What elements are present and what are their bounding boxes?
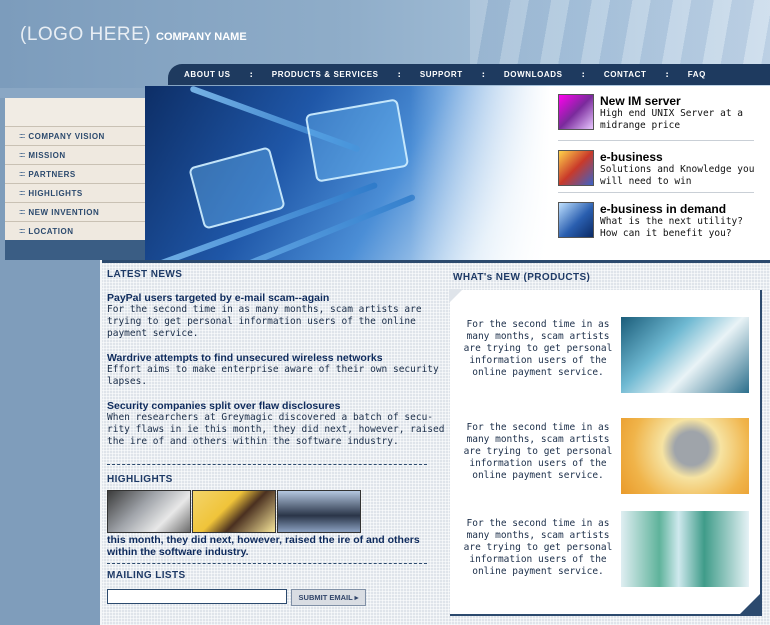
highlights-heading: HIGHLIGHTS	[107, 474, 173, 485]
banner-fade	[410, 86, 550, 260]
bullet-icon: ::::	[19, 151, 25, 159]
company-name: COMPANY NAME	[156, 31, 247, 43]
network-icon	[558, 202, 594, 238]
main-nav: ABOUT US : PRODUCTS & SERVICES : SUPPORT…	[168, 64, 770, 85]
product-image-phone[interactable]	[621, 418, 749, 494]
thumbnail-man-on-phone[interactable]	[107, 490, 191, 533]
nav-faq[interactable]: FAQ	[688, 70, 706, 79]
sidebar-item-location[interactable]: :::: LOCATION	[5, 221, 145, 240]
sidebar-item-label: MISSION	[28, 150, 66, 160]
hero-banner-image	[145, 86, 550, 260]
dashed-divider	[107, 563, 427, 564]
promo-text: High end UNIX Server at a midrange price	[600, 108, 743, 131]
news-body: For the second time in as many months, s…	[107, 304, 422, 339]
dashed-divider	[107, 464, 427, 465]
thumbnail-woman[interactable]	[192, 490, 276, 533]
submit-email-button[interactable]: SUBMIT EMAIL ▸	[291, 589, 366, 606]
products-heading: WHAT's NEW (PRODUCTS)	[453, 272, 591, 283]
promo-item[interactable]: New IM server High end UNIX Server at a …	[558, 94, 758, 141]
divider	[558, 140, 754, 141]
product-image-printer[interactable]	[621, 317, 749, 393]
news-headline[interactable]: PayPal users targeted by e-mail scam--ag…	[107, 292, 447, 304]
email-input[interactable]	[107, 589, 287, 604]
nav-about-us[interactable]: ABOUT US	[184, 70, 231, 79]
logo[interactable]: (LOGO HERE)	[20, 24, 151, 46]
highlights-thumbnails	[107, 490, 361, 533]
promo-panel: New IM server High end UNIX Server at a …	[550, 86, 770, 260]
nav-separator: :	[581, 70, 585, 79]
news-headline[interactable]: Wardrive attempts to find unsecured wire…	[107, 352, 447, 364]
sidebar-item-label: PARTNERS	[28, 169, 76, 179]
sidebar-item-highlights[interactable]: :::: HIGHLIGHTS	[5, 183, 145, 202]
nav-support[interactable]: SUPPORT	[420, 70, 463, 79]
promo-title[interactable]: e-business in demand	[600, 202, 726, 216]
promo-title[interactable]: e-business	[600, 150, 663, 164]
product-image-batteries[interactable]	[621, 511, 749, 587]
nav-downloads[interactable]: DOWNLOADS	[504, 70, 563, 79]
header-keyboard-image	[470, 0, 770, 70]
bullet-icon: ::::	[19, 170, 25, 178]
nav-products-services[interactable]: PRODUCTS & SERVICES	[272, 70, 379, 79]
highlights-text: this month, they did next, however, rais…	[107, 534, 420, 558]
sidebar-item-label: COMPANY VISION	[28, 131, 105, 141]
network-plug-shape	[304, 98, 410, 183]
bullet-icon: ::::	[19, 132, 25, 140]
chart-icon	[558, 150, 594, 186]
network-plug-shape	[188, 146, 286, 230]
news-item: PayPal users targeted by e-mail scam--ag…	[107, 292, 447, 340]
divider	[558, 192, 754, 193]
mailing-lists-heading: MAILING LISTS	[107, 570, 186, 581]
promo-text: Solutions and Knowledge you will need to…	[600, 164, 755, 187]
sidebar-item-label: LOCATION	[28, 226, 74, 236]
bullet-icon: ::::	[19, 227, 25, 235]
main-left-border	[100, 260, 102, 625]
nav-contact[interactable]: CONTACT	[604, 70, 647, 79]
news-body: Effort aims to make enterprise aware of …	[107, 364, 439, 387]
sidebar-spacer	[5, 98, 145, 126]
sidebar-item-mission[interactable]: :::: MISSION	[5, 145, 145, 164]
product-text: For the second time in as many months, s…	[463, 422, 613, 481]
thumbnail-people-walking[interactable]	[277, 490, 361, 533]
nav-separator: :	[397, 70, 401, 79]
promo-text: What is the next utility? How can it ben…	[600, 216, 743, 239]
nav-separator: :	[481, 70, 485, 79]
promo-item[interactable]: e-business in demand What is the next ut…	[558, 202, 758, 246]
panel-corner	[449, 289, 463, 303]
sidebar-item-company-vision[interactable]: :::: COMPANY VISION	[5, 126, 145, 145]
server-icon	[558, 94, 594, 130]
news-item: Security companies split over flaw discl…	[107, 400, 447, 448]
news-body: When researchers at Greymagic discovered…	[107, 412, 445, 447]
bullet-icon: ::::	[19, 208, 25, 216]
sidebar-item-new-invention[interactable]: :::: NEW INVENTION	[5, 202, 145, 221]
latest-news-heading: LATEST NEWS	[107, 269, 183, 280]
panel-corner	[738, 592, 762, 616]
sidebar-item-label: NEW INVENTION	[28, 207, 100, 217]
promo-item[interactable]: e-business Solutions and Knowledge you w…	[558, 150, 758, 194]
news-item: Wardrive attempts to find unsecured wire…	[107, 352, 447, 388]
bullet-icon: ::::	[19, 189, 25, 197]
sidebar: :::: COMPANY VISION :::: MISSION :::: PARTN…	[5, 98, 145, 240]
sidebar-bottom-bar	[5, 240, 145, 260]
news-headline[interactable]: Security companies split over flaw discl…	[107, 400, 447, 412]
main-top-border	[100, 260, 770, 263]
sidebar-item-label: HIGHLIGHTS	[28, 188, 83, 198]
product-text: For the second time in as many months, s…	[463, 518, 613, 577]
page: (LOGO HERE) COMPANY NAME ABOUT US : PROD…	[0, 0, 770, 625]
nav-separator: :	[249, 70, 253, 79]
nav-separator: :	[665, 70, 669, 79]
sidebar-item-partners[interactable]: :::: PARTNERS	[5, 164, 145, 183]
promo-title[interactable]: New IM server	[600, 94, 681, 108]
product-text: For the second time in as many months, s…	[463, 319, 613, 378]
